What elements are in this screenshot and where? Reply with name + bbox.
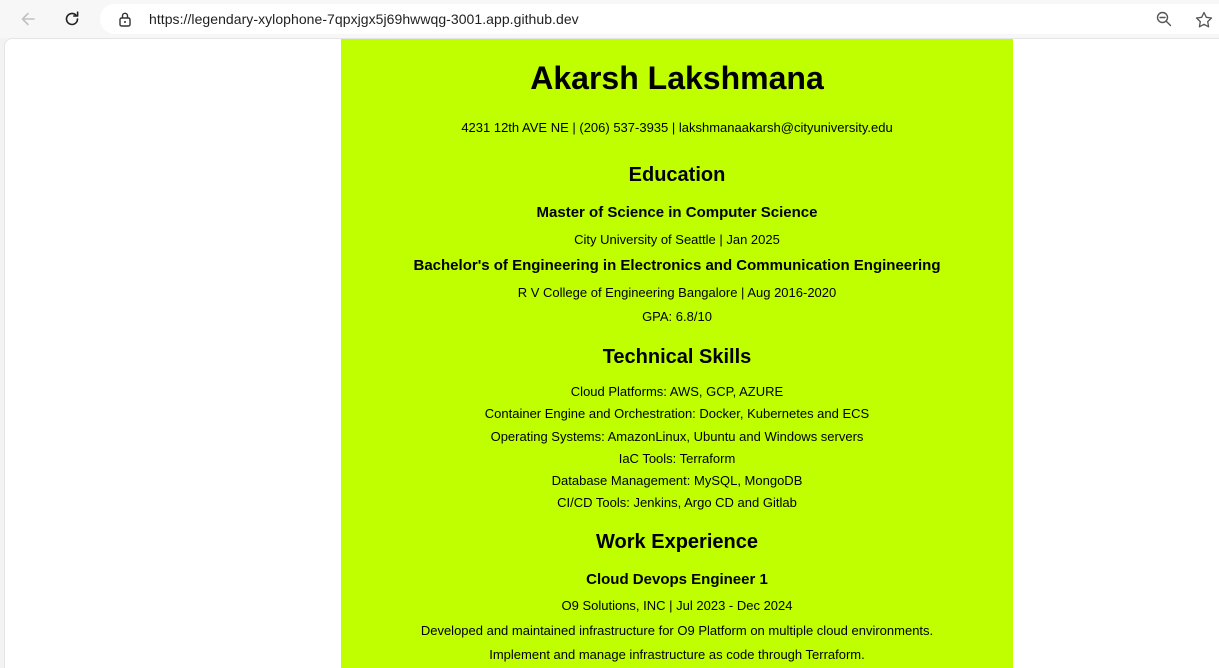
skills-heading: Technical Skills bbox=[602, 346, 752, 368]
skill-item: CI/CD Tools: Jenkins, Argo CD and Gitlab bbox=[557, 495, 797, 510]
degree-title: Master of Science in Computer Science bbox=[536, 204, 818, 221]
back-button[interactable] bbox=[14, 6, 42, 32]
experience-heading: Work Experience bbox=[596, 531, 758, 553]
job-duty: Developed and maintained infrastructure … bbox=[420, 623, 934, 638]
degree-detail: City University of Seattle | Jan 2025 bbox=[574, 232, 780, 247]
skill-item: Operating Systems: AmazonLinux, Ubuntu a… bbox=[490, 429, 864, 444]
reload-button[interactable] bbox=[58, 6, 86, 32]
resume-container: Akarsh Lakshmana 4231 12th AVE NE | (206… bbox=[341, 39, 1013, 668]
degree-detail: R V College of Engineering Bangalore | A… bbox=[517, 285, 837, 300]
contact-line: 4231 12th AVE NE | (206) 537-3935 | laks… bbox=[461, 120, 893, 135]
star-icon[interactable] bbox=[1194, 10, 1214, 30]
back-arrow-icon bbox=[21, 12, 35, 26]
job-title: Cloud Devops Engineer 1 bbox=[586, 571, 768, 588]
url-text[interactable]: https://legendary-xylophone-7qpxjgx5j69h… bbox=[149, 11, 579, 27]
address-bar[interactable]: https://legendary-xylophone-7qpxjgx5j69h… bbox=[100, 4, 1219, 34]
job-company: O9 Solutions, INC | Jul 2023 - Dec 2024 bbox=[561, 598, 793, 613]
skill-item: Container Engine and Orchestration: Dock… bbox=[484, 406, 870, 421]
skill-item: IaC Tools: Terraform bbox=[618, 451, 736, 466]
reload-icon bbox=[65, 11, 79, 26]
education-heading: Education bbox=[628, 164, 726, 186]
job-duty: Implement and manage infrastructure as c… bbox=[489, 647, 865, 662]
browser-toolbar: https://legendary-xylophone-7qpxjgx5j69h… bbox=[0, 0, 1219, 38]
lock-icon[interactable] bbox=[118, 11, 132, 27]
degree-gpa: GPA: 6.8/10 bbox=[642, 309, 712, 324]
skill-item: Database Management: MySQL, MongoDB bbox=[551, 473, 803, 488]
degree-title: Bachelor's of Engineering in Electronics… bbox=[413, 257, 941, 274]
page-viewport[interactable]: Akarsh Lakshmana 4231 12th AVE NE | (206… bbox=[4, 38, 1219, 668]
skill-item: Cloud Platforms: AWS, GCP, AZURE bbox=[570, 384, 784, 399]
resume-name: Akarsh Lakshmana bbox=[530, 60, 824, 96]
zoom-out-icon[interactable] bbox=[1155, 10, 1173, 28]
